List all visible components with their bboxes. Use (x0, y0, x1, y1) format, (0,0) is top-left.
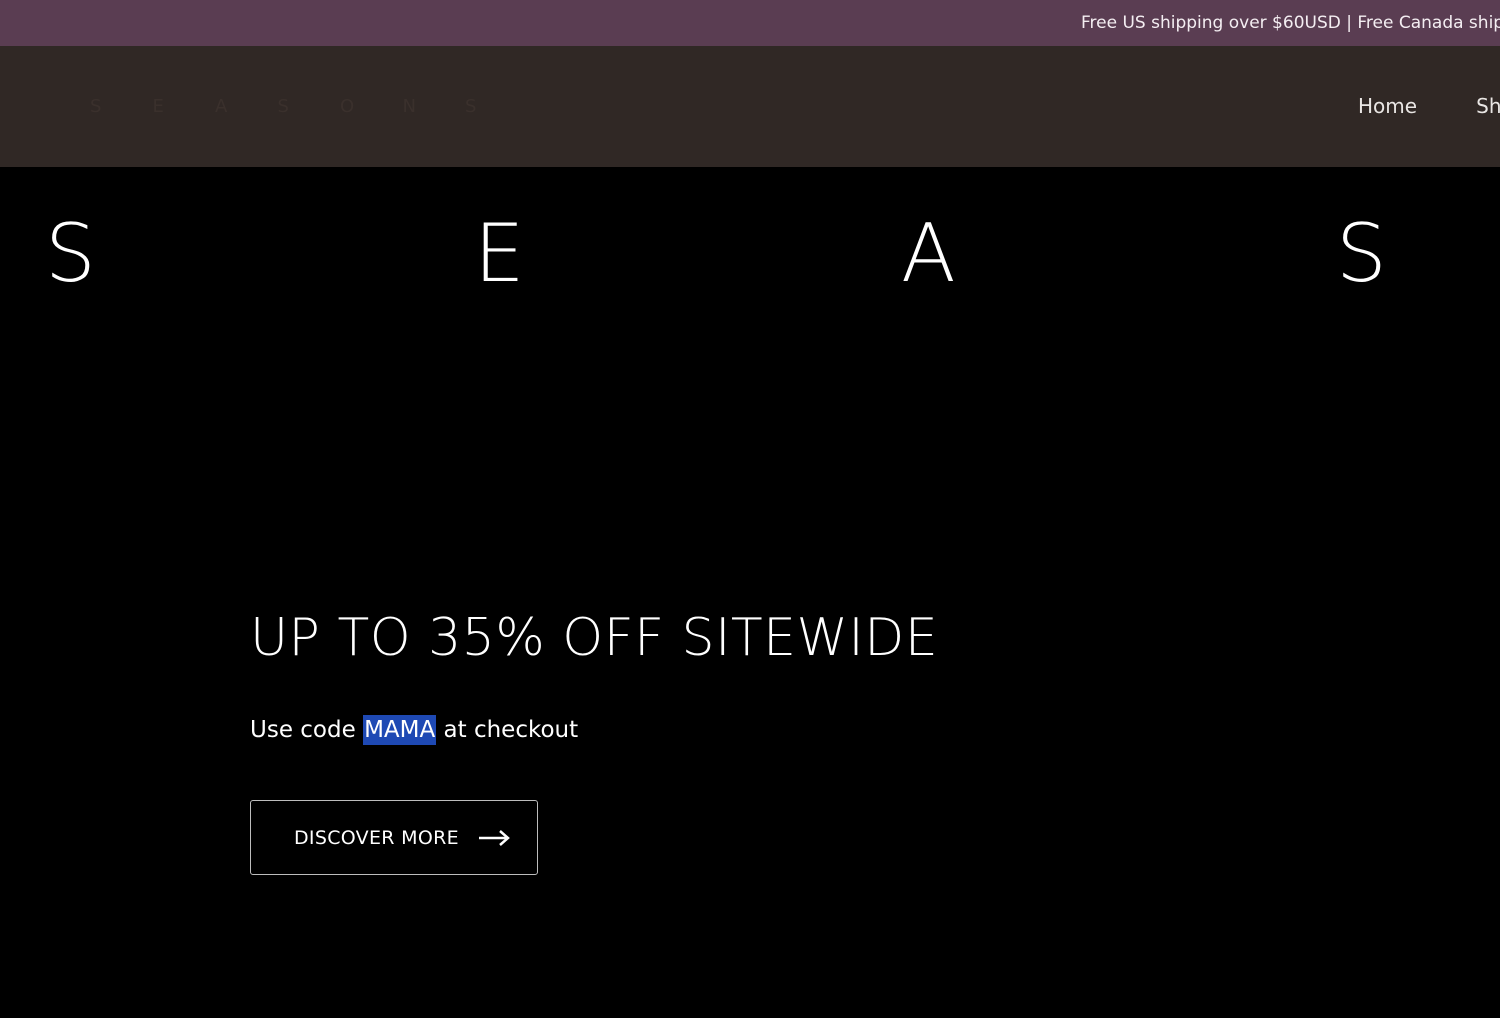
hero-letter: S (1336, 207, 1387, 300)
arrow-right-icon (478, 829, 510, 846)
logo-letter: E (152, 96, 164, 117)
discover-more-button[interactable]: DISCOVER MORE (250, 800, 538, 875)
announcement-text: Free US shipping over $60USD | Free Cana… (1081, 13, 1500, 33)
hero-letter: S (45, 207, 96, 300)
subline-suffix: at checkout (443, 717, 579, 743)
hero-banner: S E A S UP TO 35% OFF SITEWIDE Use code … (0, 167, 1500, 1018)
subline-prefix: Use code (250, 717, 356, 743)
nav-link-home[interactable]: Home (1358, 94, 1417, 118)
site-header: S E A S O N S Home Sh (0, 46, 1500, 167)
logo-letter: A (215, 96, 228, 117)
discover-more-label: DISCOVER MORE (294, 826, 459, 849)
hero-letter: A (901, 207, 956, 300)
hero-headline: UP TO 35% OFF SITEWIDE (250, 608, 939, 668)
promo-code[interactable]: MAMA (363, 715, 437, 745)
logo-letter: S (277, 96, 289, 117)
logo-letter: N (402, 96, 416, 117)
logo-letter: S (90, 96, 102, 117)
hero-letter: E (474, 207, 525, 300)
logo-letter: S (465, 96, 477, 117)
main-nav: Home Sh (1358, 94, 1500, 118)
hero-subline: Use code MAMA at checkout (250, 715, 578, 745)
nav-link-shop[interactable]: Sh (1476, 94, 1500, 118)
announcement-bar: Free US shipping over $60USD | Free Cana… (0, 0, 1500, 46)
site-logo[interactable]: S E A S O N S (90, 96, 528, 118)
logo-letter: O (340, 96, 355, 117)
